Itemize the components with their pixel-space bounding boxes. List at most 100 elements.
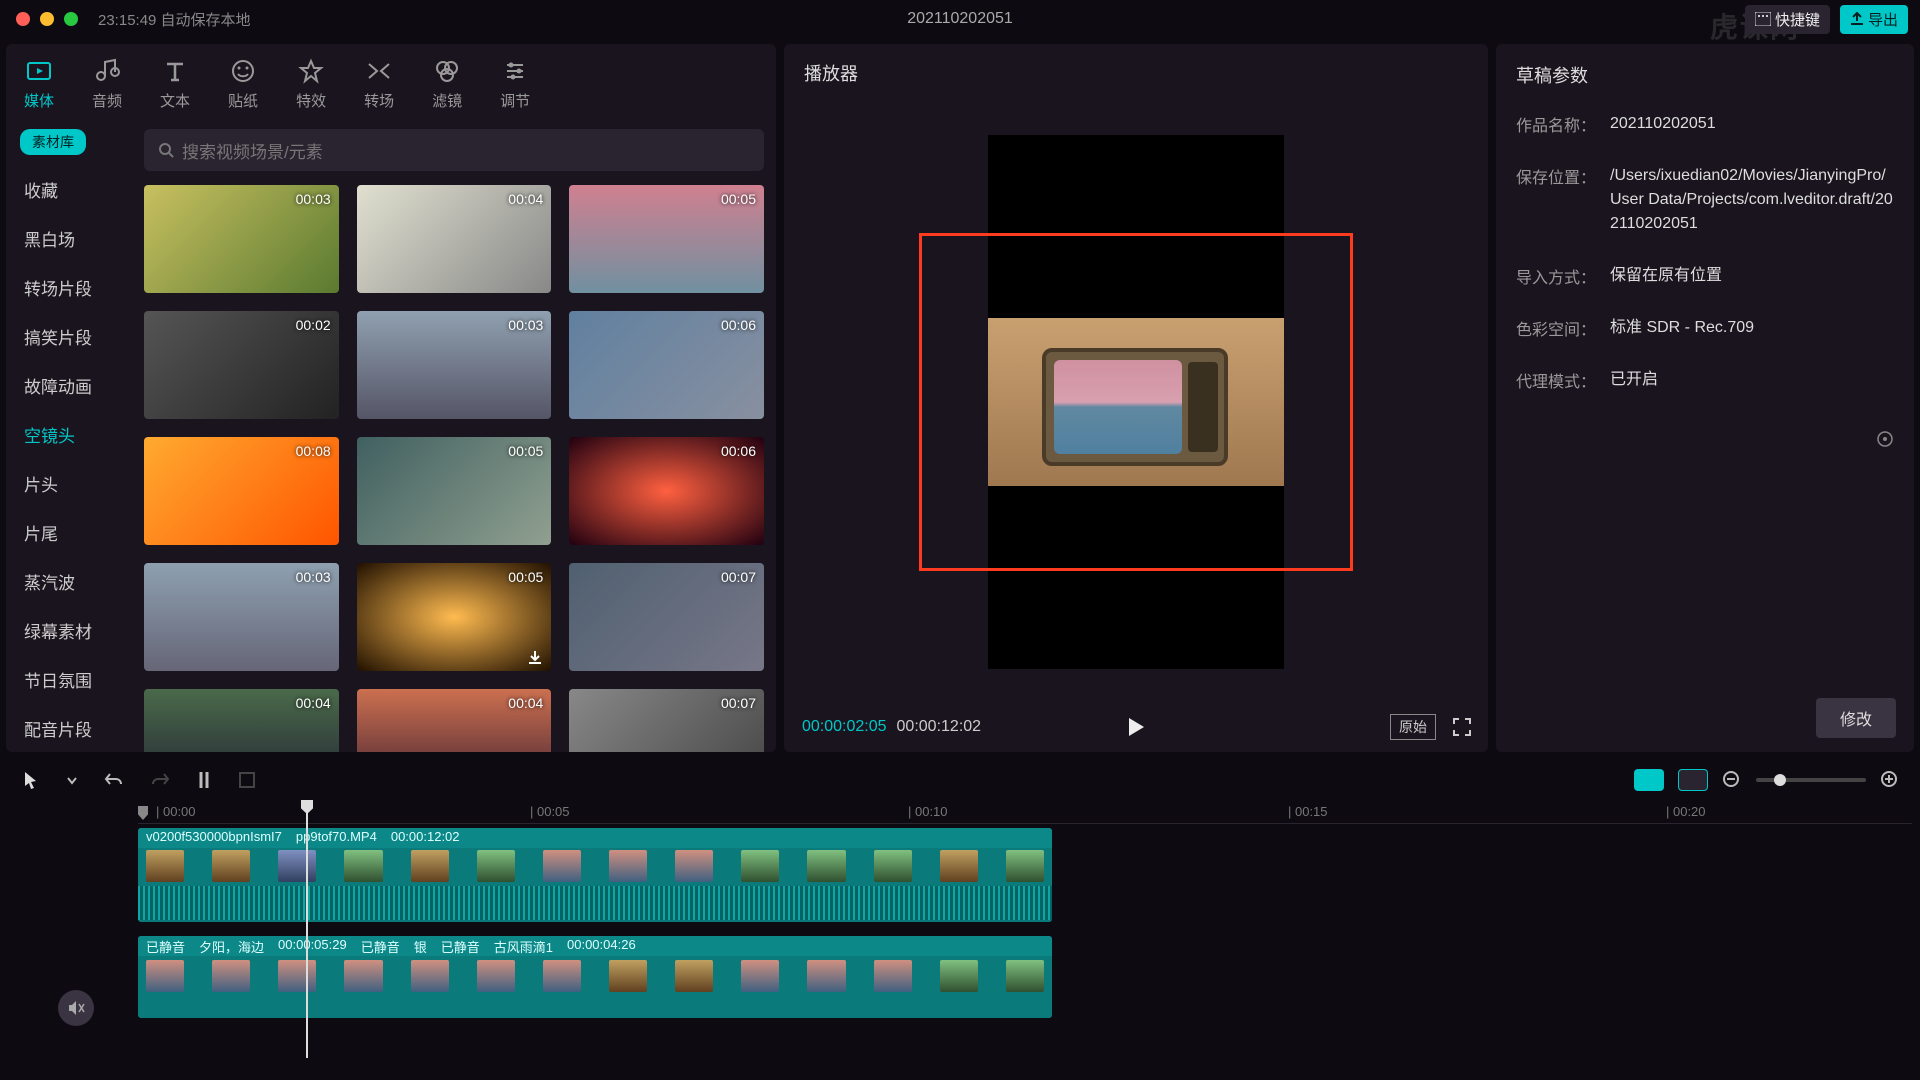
preview-canvas (988, 135, 1284, 669)
project-title: 202110202051 (907, 10, 1013, 28)
tab-label: 转场 (364, 90, 394, 111)
tab-label: 文本 (160, 90, 190, 111)
library-thumbnail[interactable]: 00:03 (357, 311, 552, 419)
maximize-window-icon[interactable] (64, 12, 78, 26)
tab-adjust[interactable]: 调节 (490, 54, 540, 115)
library-thumbnail[interactable]: 00:04 (144, 689, 339, 752)
speaker-muted-icon (67, 1000, 85, 1016)
sticker-icon (228, 58, 258, 84)
sidebar-item[interactable]: 蒸汽波 (12, 557, 126, 606)
tab-transition[interactable]: 转场 (354, 54, 404, 115)
player-panel: 播放器 00:00:02:05 00:00:12:02 原始 (784, 44, 1488, 752)
ruler-tick: | 00:15 (1288, 804, 1328, 819)
draft-value: 保留在原有位置 (1610, 264, 1722, 288)
snap-toggle-icon[interactable] (1634, 769, 1664, 791)
minimize-window-icon[interactable] (40, 12, 54, 26)
library-thumbnail[interactable]: 00:08 (144, 437, 339, 545)
clip-label: 00:00:12:02 (391, 829, 460, 847)
library-thumbnail[interactable]: 00:05 (569, 185, 764, 293)
download-icon[interactable] (527, 649, 543, 665)
media-icon (24, 58, 54, 84)
clip-duration: 00:03 (508, 317, 543, 333)
sidebar-item[interactable]: 故障动画 (12, 361, 126, 410)
clip-duration: 00:07 (721, 695, 756, 711)
play-button[interactable] (1126, 716, 1146, 738)
clip-frame (344, 960, 382, 992)
sidebar-item[interactable]: 片尾 (12, 508, 126, 557)
track-headers (8, 802, 138, 1058)
clip-frame (807, 960, 845, 992)
sidebar-item[interactable]: 节日氛围 (12, 655, 126, 704)
tab-label: 滤镜 (432, 90, 462, 111)
draft-params-panel: 草稿参数 作品名称：202110202051保存位置：/Users/ixuedi… (1496, 44, 1914, 752)
tab-media[interactable]: 媒体 (14, 54, 64, 115)
library-thumbnail[interactable]: 00:04 (357, 689, 552, 752)
shortcuts-button[interactable]: 快捷键 (1745, 5, 1830, 34)
library-thumbnail[interactable]: 00:03 (144, 563, 339, 671)
search-input[interactable]: 搜索视频场景/元素 (144, 129, 764, 171)
library-thumbnail[interactable]: 00:07 (569, 563, 764, 671)
zoom-in-icon[interactable] (1880, 770, 1900, 790)
sidebar-item[interactable]: 片头 (12, 459, 126, 508)
clip-duration: 00:06 (721, 443, 756, 459)
clip-duration: 00:06 (721, 317, 756, 333)
sidebar-item[interactable]: 配音片段 (12, 704, 126, 752)
timeline-tracks[interactable]: | 00:00| 00:05| 00:10| 00:15| 00:20 v020… (138, 802, 1912, 1058)
tool-dropdown-icon[interactable] (62, 770, 82, 790)
titlebar: 23:15:49 自动保存本地 202110202051 虎课网 快捷键 导出 (0, 0, 1920, 38)
clip-label: 已静音 (361, 937, 400, 955)
tab-audio[interactable]: 音频 (82, 54, 132, 115)
library-thumbnail[interactable]: 00:06 (569, 311, 764, 419)
clip-label: 已静音 (146, 937, 185, 955)
preview-toggle-icon[interactable] (1678, 769, 1708, 791)
sidebar-item[interactable]: 黑白场 (12, 214, 126, 263)
library-thumbnail[interactable]: 00:07 (569, 689, 764, 752)
close-window-icon[interactable] (16, 12, 30, 26)
sidebar-item[interactable]: 搞笑片段 (12, 312, 126, 361)
library-grid-area: 搜索视频场景/元素 00:0300:0400:0500:0200:0300:06… (132, 121, 776, 752)
tab-filter[interactable]: 滤镜 (422, 54, 472, 115)
undo-icon[interactable] (100, 767, 128, 793)
tab-fx[interactable]: 特效 (286, 54, 336, 115)
tab-label: 音频 (92, 90, 122, 111)
sidebar-item[interactable]: 转场片段 (12, 263, 126, 312)
modify-button[interactable]: 修改 (1816, 698, 1896, 738)
tab-label: 调节 (500, 90, 530, 111)
library-thumbnail[interactable]: 00:05 (357, 437, 552, 545)
video-clip-1[interactable]: v0200f530000bpnIsmI7pp9tof70.MP400:00:12… (138, 828, 1052, 922)
pointer-tool-icon[interactable] (18, 766, 44, 794)
sidebar-item[interactable]: 空镜头 (12, 410, 126, 459)
timeline-panel: | 00:00| 00:05| 00:10| 00:15| 00:20 v020… (0, 758, 1920, 1068)
fullscreen-icon[interactable] (1452, 717, 1472, 737)
clip-duration: 00:05 (721, 191, 756, 207)
search-placeholder: 搜索视频场景/元素 (182, 138, 323, 163)
clip-frame (212, 960, 250, 992)
preview-stage[interactable] (784, 102, 1488, 702)
sidebar-item[interactable]: 收藏 (12, 165, 126, 214)
player-controls: 00:00:02:05 00:00:12:02 原始 (784, 702, 1488, 752)
export-button[interactable]: 导出 (1840, 5, 1908, 34)
proxy-settings-icon[interactable] (1876, 430, 1894, 448)
library-thumbnail[interactable]: 00:04 (357, 185, 552, 293)
clip-frame (411, 960, 449, 992)
transition-icon (364, 58, 394, 84)
time-ruler[interactable]: | 00:00| 00:05| 00:10| 00:15| 00:20 (138, 802, 1912, 824)
mute-track-button[interactable] (58, 990, 94, 1026)
sidebar-item[interactable]: 绿幕素材 (12, 606, 126, 655)
tab-text[interactable]: 文本 (150, 54, 200, 115)
library-thumbnail[interactable]: 00:06 (569, 437, 764, 545)
zoom-out-icon[interactable] (1722, 770, 1742, 790)
library-thumbnail[interactable]: 00:05 (357, 563, 552, 671)
library-thumbnail[interactable]: 00:03 (144, 185, 339, 293)
playhead[interactable] (306, 802, 308, 1058)
library-thumbnail[interactable]: 00:02 (144, 311, 339, 419)
clip-frame (146, 850, 184, 882)
tab-sticker[interactable]: 贴纸 (218, 54, 268, 115)
zoom-slider[interactable] (1756, 778, 1866, 782)
ruler-tick: | 00:10 (908, 804, 948, 819)
clip-frame (146, 960, 184, 992)
aspect-ratio-button[interactable]: 原始 (1390, 714, 1436, 740)
video-clip-2[interactable]: 已静音夕阳，海边00:00:05:29已静音银已静音古风雨滴100:00:04:… (138, 936, 1052, 1018)
split-tool-icon[interactable] (192, 766, 216, 794)
draft-value: 已开启 (1610, 368, 1658, 392)
